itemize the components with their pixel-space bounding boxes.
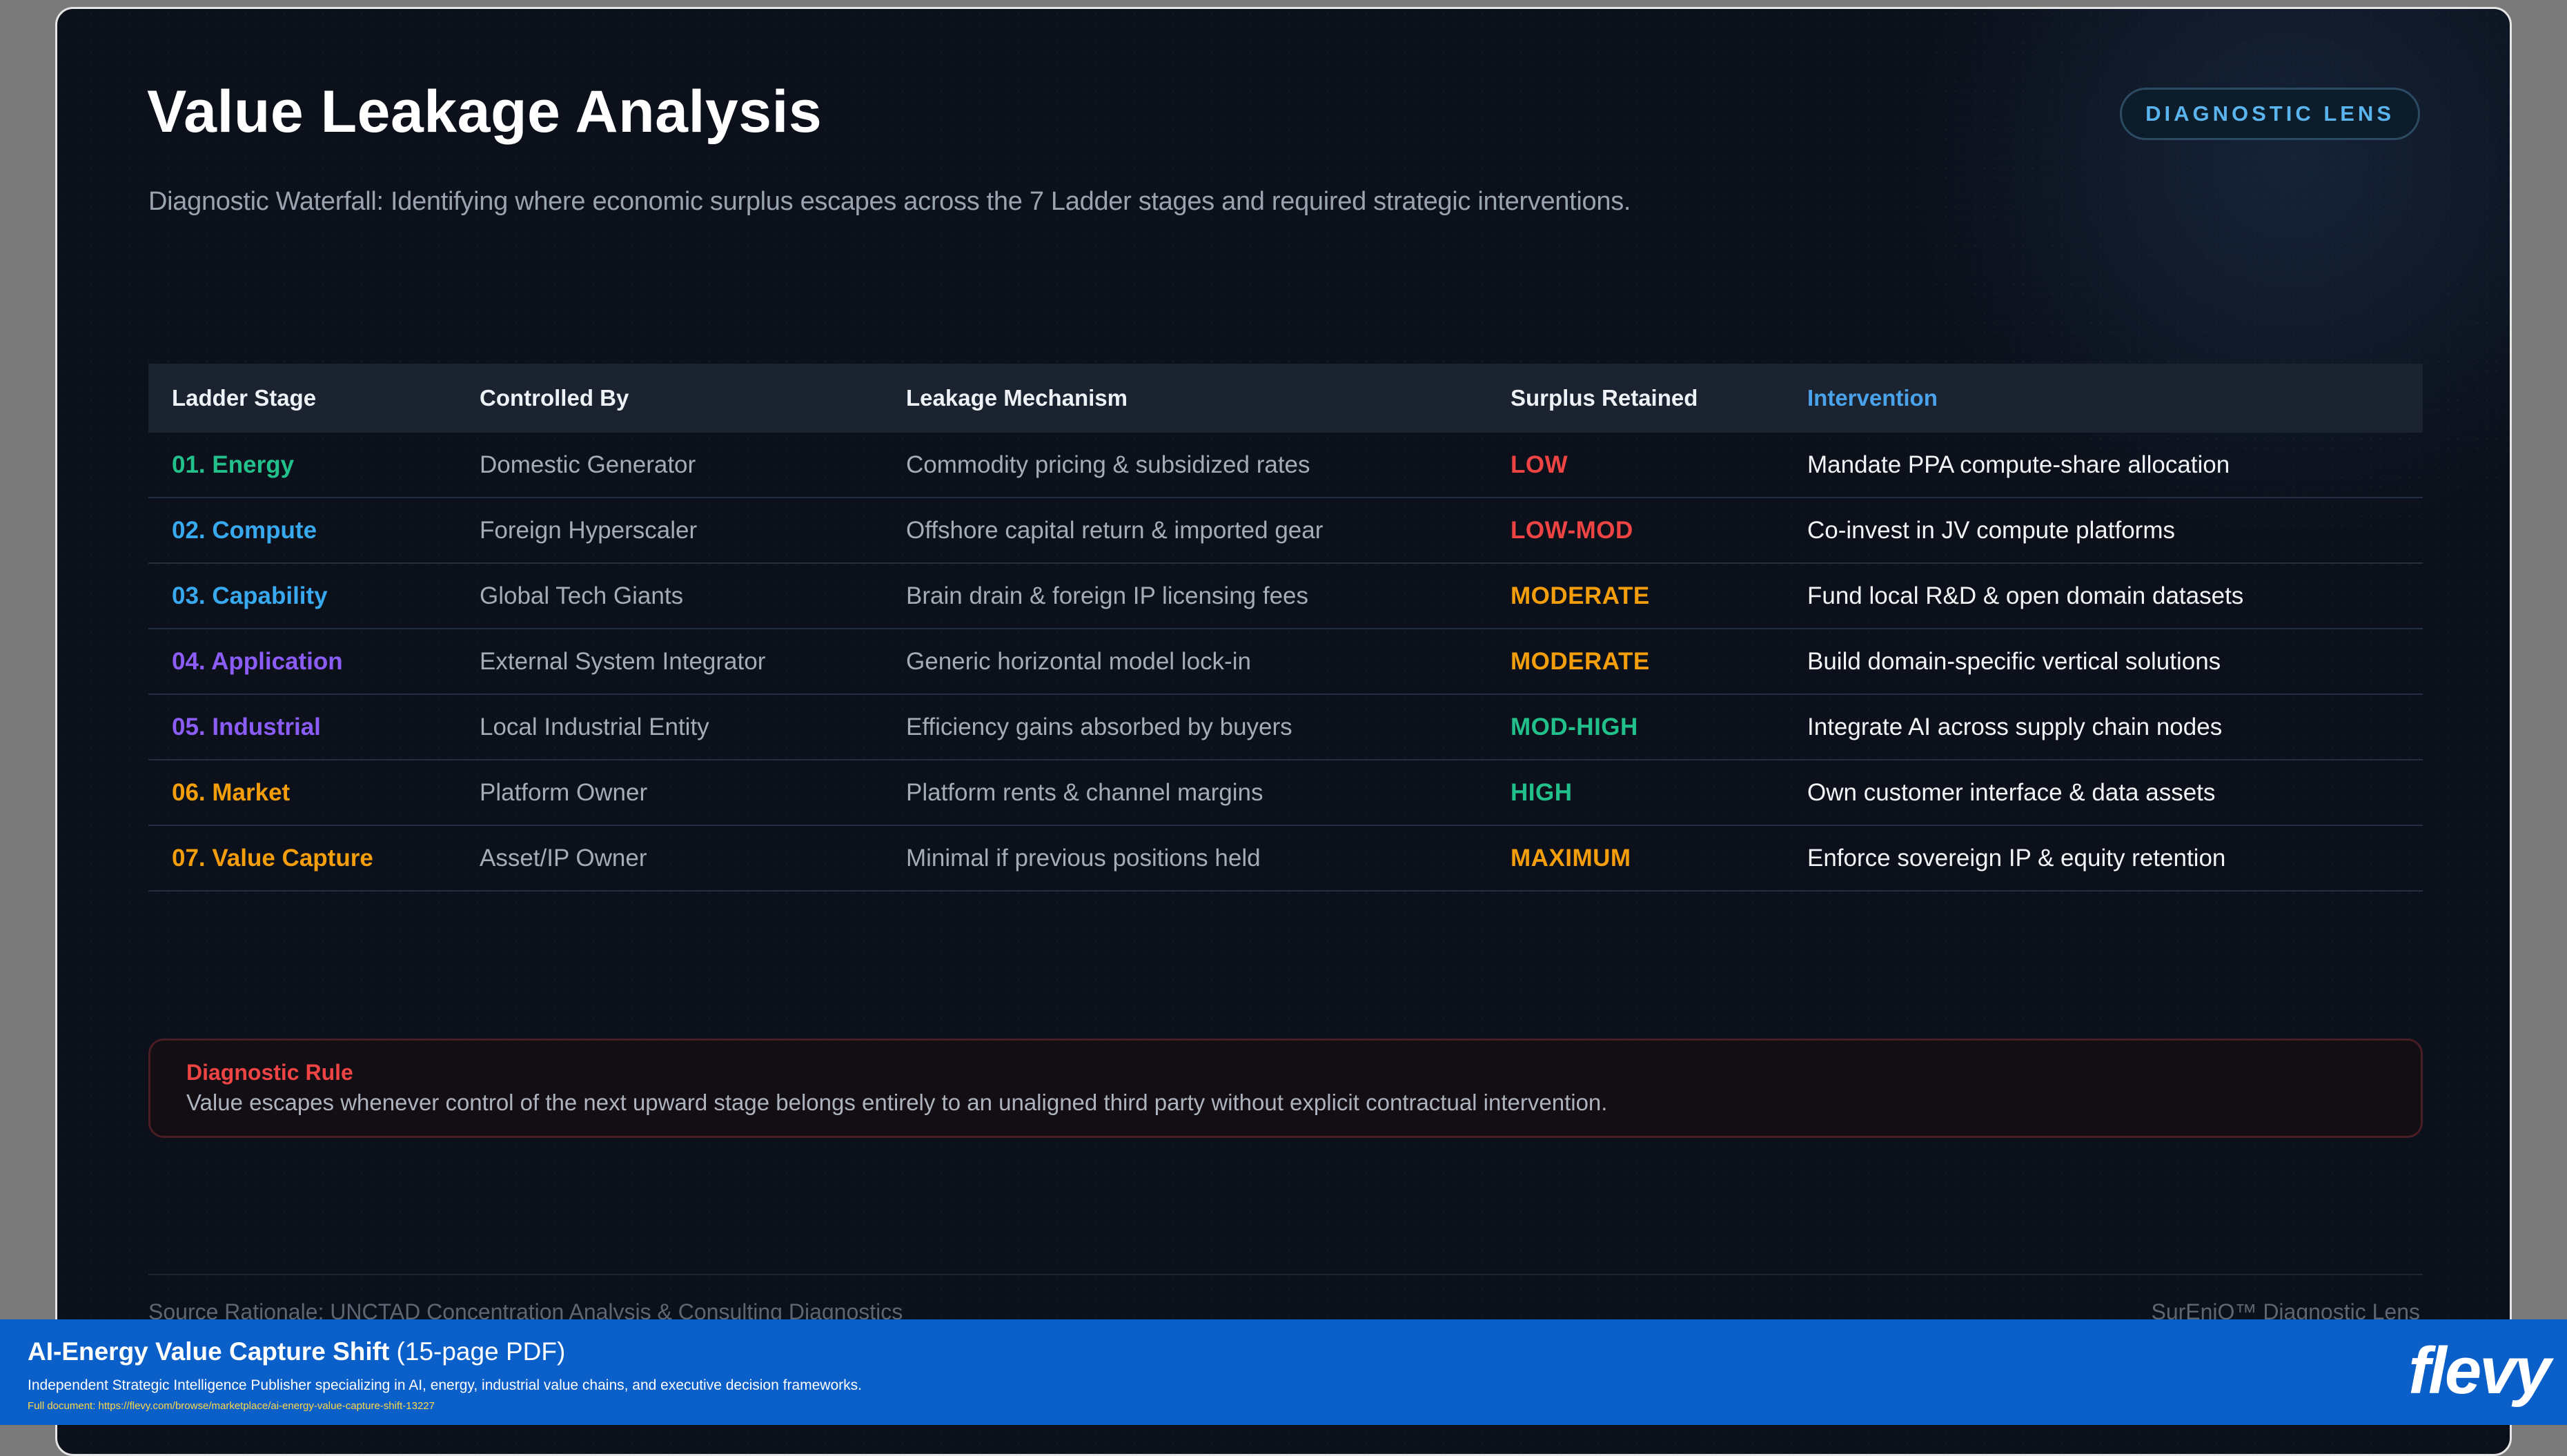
table-row: 06. Market Platform Owner Platform rents…	[148, 760, 2423, 826]
table-row: 02. Compute Foreign Hyperscaler Offshore…	[148, 498, 2423, 564]
column-header-ladder-stage: Ladder Stage	[172, 385, 317, 411]
table-row: 04. Application External System Integrat…	[148, 629, 2423, 695]
column-header-controlled-by: Controlled By	[480, 385, 629, 411]
banner-title-main: AI-Energy Value Capture Shift	[28, 1337, 390, 1366]
surplus-cell: MAXIMUM	[1487, 825, 1784, 892]
stage-cell: 04. Application	[148, 629, 456, 695]
intervention-cell: Build domain-specific vertical solutions	[1784, 629, 2423, 695]
surplus-cell: MOD-HIGH	[1487, 694, 1784, 760]
column-header-surplus-retained: Surplus Retained	[1511, 385, 1698, 411]
controlled-by-cell: Global Tech Giants	[456, 563, 883, 629]
column-header-intervention: Intervention	[1807, 385, 1938, 411]
mechanism-cell: Brain drain & foreign IP licensing fees	[883, 563, 1487, 629]
stage-cell: 02. Compute	[148, 498, 456, 564]
intervention-cell: Integrate AI across supply chain nodes	[1784, 694, 2423, 760]
column-header-leakage-mechanism: Leakage Mechanism	[906, 385, 1128, 411]
stage-cell: 03. Capability	[148, 563, 456, 629]
document-banner: AI-Energy Value Capture Shift (15-page P…	[0, 1319, 2567, 1425]
mechanism-cell: Minimal if previous positions held	[883, 825, 1487, 892]
page-subtitle: Diagnostic Waterfall: Identifying where …	[148, 187, 1631, 216]
controlled-by-cell: Asset/IP Owner	[456, 825, 883, 892]
value-leakage-table: Ladder Stage Controlled By Leakage Mecha…	[148, 364, 2423, 892]
controlled-by-cell: Local Industrial Entity	[456, 694, 883, 760]
mechanism-cell: Offshore capital return & imported gear	[883, 498, 1487, 564]
stage-cell: 06. Market	[148, 760, 456, 826]
banner-title: AI-Energy Value Capture Shift (15-page P…	[28, 1337, 565, 1366]
slide: Value Leakage Analysis Diagnostic Waterf…	[55, 7, 2512, 1456]
footer-divider	[148, 1274, 2423, 1275]
diagnostic-rule-box: Diagnostic Rule Value escapes whenever c…	[148, 1039, 2423, 1138]
intervention-cell: Fund local R&D & open domain datasets	[1784, 563, 2423, 629]
table-row: 03. Capability Global Tech Giants Brain …	[148, 563, 2423, 629]
surplus-cell: MODERATE	[1487, 629, 1784, 695]
stage-cell: 01. Energy	[148, 433, 456, 498]
flevy-logo[interactable]: flevy	[2408, 1333, 2551, 1409]
diagnostic-rule-text: Value escapes whenever control of the ne…	[186, 1090, 1608, 1115]
controlled-by-cell: Domestic Generator	[456, 433, 883, 498]
banner-description: Independent Strategic Intelligence Publi…	[28, 1377, 862, 1393]
stage-cell: 05. Industrial	[148, 694, 456, 760]
intervention-cell: Enforce sovereign IP & equity retention	[1784, 825, 2423, 892]
intervention-cell: Own customer interface & data assets	[1784, 760, 2423, 826]
intervention-cell: Mandate PPA compute-share allocation	[1784, 433, 2423, 498]
controlled-by-cell: Foreign Hyperscaler	[456, 498, 883, 564]
banner-title-suffix: (15-page PDF)	[389, 1337, 566, 1366]
mechanism-cell: Commodity pricing & subsidized rates	[883, 433, 1487, 498]
controlled-by-cell: Platform Owner	[456, 760, 883, 826]
banner-document-link[interactable]: Full document: https://flevy.com/browse/…	[28, 1400, 435, 1412]
page-title: Value Leakage Analysis	[147, 79, 823, 145]
diagnostic-lens-badge: DIAGNOSTIC LENS	[2120, 88, 2420, 140]
table-header-row: Ladder Stage Controlled By Leakage Mecha…	[148, 364, 2423, 433]
table-row: 05. Industrial Local Industrial Entity E…	[148, 694, 2423, 760]
controlled-by-cell: External System Integrator	[456, 629, 883, 695]
intervention-cell: Co-invest in JV compute platforms	[1784, 498, 2423, 564]
surplus-cell: MODERATE	[1487, 563, 1784, 629]
mechanism-cell: Efficiency gains absorbed by buyers	[883, 694, 1487, 760]
mechanism-cell: Platform rents & channel margins	[883, 760, 1487, 826]
table-row: 01. Energy Domestic Generator Commodity …	[148, 433, 2423, 498]
surplus-cell: HIGH	[1487, 760, 1784, 826]
stage-cell: 07. Value Capture	[148, 825, 456, 892]
diagnostic-rule-title: Diagnostic Rule	[186, 1060, 353, 1085]
table-row: 07. Value Capture Asset/IP Owner Minimal…	[148, 825, 2423, 892]
surplus-cell: LOW-MOD	[1487, 498, 1784, 564]
mechanism-cell: Generic horizontal model lock-in	[883, 629, 1487, 695]
surplus-cell: LOW	[1487, 433, 1784, 498]
